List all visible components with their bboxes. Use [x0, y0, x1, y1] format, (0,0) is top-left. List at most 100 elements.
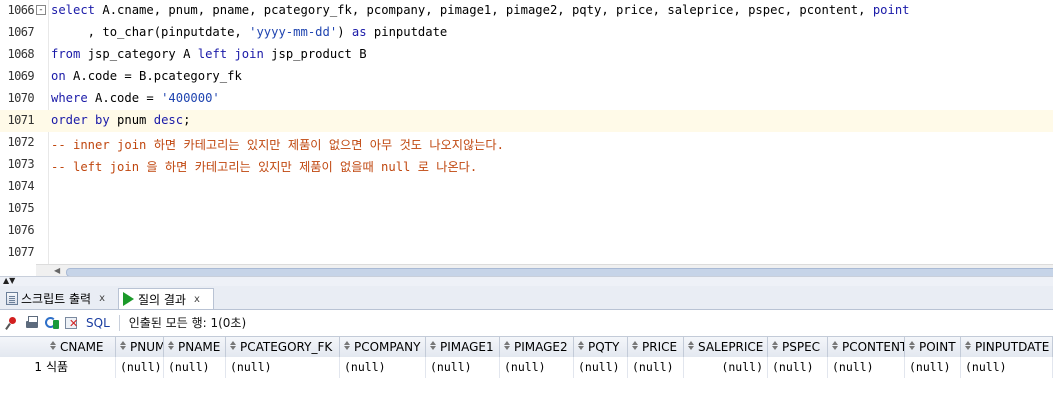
code-text: on A.code = B.pcategory_fk [51, 69, 242, 83]
sql-keyword: point [872, 3, 910, 17]
table-cell-pname[interactable]: (null) [164, 357, 226, 378]
line-number: 1074 [7, 179, 35, 193]
tab-label: 스크립트 출력 [21, 291, 92, 306]
code-line[interactable]: 1076 [0, 220, 1053, 242]
table-cell-saleprice[interactable]: (null) [684, 357, 768, 378]
scroll-left-icon[interactable]: ◀ [54, 266, 60, 275]
sql-button[interactable]: SQL [86, 316, 110, 330]
code-line[interactable]: 1066- select A.cname, pnum, pname, pcateg… [0, 0, 1053, 22]
table-cell-pcompany[interactable]: (null) [340, 357, 426, 378]
cancel-query-icon[interactable] [64, 315, 80, 331]
column-header-pinputdate[interactable]: PINPUTDATE [961, 337, 1053, 357]
sort-icon[interactable] [632, 341, 638, 350]
sql-text: pnum [109, 113, 154, 127]
print-icon[interactable] [24, 315, 40, 331]
sql-text: A.code = [87, 91, 162, 105]
output-tabs: 스크립트 출력 x 질의 결과 x [0, 286, 1053, 310]
row-number: 1 [34, 360, 42, 374]
code-line[interactable]: 1069 on A.code = B.pcategory_fk [0, 66, 1053, 88]
column-header-pname[interactable]: PNAME [164, 337, 226, 357]
table-cell-pnum[interactable]: (null) [116, 357, 164, 378]
sql-keyword: from [51, 47, 81, 61]
table-cell-cname[interactable]: 식품 [46, 357, 116, 378]
code-line[interactable]: 1073 -- left join 을 하면 카테고리는 있지만 제품이 없을때 … [0, 154, 1053, 176]
sort-icon[interactable] [50, 341, 56, 350]
sort-icon[interactable] [909, 341, 915, 350]
column-header-pimage2[interactable]: PIMAGE2 [500, 337, 574, 357]
column-header-pqty[interactable]: PQTY [574, 337, 628, 357]
pin-icon[interactable] [4, 315, 20, 331]
sql-text: jsp_product B [263, 47, 367, 61]
code-text: -- inner join 하면 카테고리는 있지만 제품이 없으면 아무 것도… [51, 135, 504, 153]
column-header-pcompany[interactable]: PCOMPANY [340, 337, 426, 357]
column-label: PIMAGE1 [440, 340, 494, 354]
sort-icon[interactable] [120, 341, 126, 350]
column-label: PIMAGE2 [514, 340, 568, 354]
sort-icon[interactable] [230, 341, 236, 350]
column-label: PNAME [178, 340, 221, 354]
column-label: PINPUTDATE [975, 340, 1050, 354]
table-cell-pimage1[interactable]: (null) [426, 357, 500, 378]
column-header-pimage1[interactable]: PIMAGE1 [426, 337, 500, 357]
refresh-icon[interactable] [44, 315, 60, 331]
sql-keyword: select [51, 3, 96, 17]
sort-icon[interactable] [430, 341, 436, 350]
code-line[interactable]: 1077 [0, 242, 1053, 264]
code-text: from jsp_category A left join jsp_produc… [51, 47, 367, 61]
tab-query-result[interactable]: 질의 결과 x [118, 288, 214, 309]
close-icon[interactable]: x [194, 294, 200, 305]
table-cell-pqty[interactable]: (null) [574, 357, 628, 378]
line-number: 1066 [7, 3, 35, 17]
code-line[interactable]: 1068 from jsp_category A left join jsp_pr… [0, 44, 1053, 66]
table-cell-point[interactable]: (null) [905, 357, 961, 378]
sort-icon[interactable] [965, 341, 971, 350]
column-label: PNUM [130, 340, 164, 354]
table-cell-pimage2[interactable]: (null) [500, 357, 574, 378]
table-cell-pcontent[interactable]: (null) [828, 357, 905, 378]
table-cell-price[interactable]: (null) [628, 357, 684, 378]
close-icon[interactable]: x [99, 293, 105, 304]
grid-header: CNAME PNUM PNAME PCATEGORY_FK PCOMPANY PIMAGE… [0, 336, 1053, 358]
sort-icon[interactable] [832, 341, 838, 350]
sort-icon[interactable] [688, 341, 694, 350]
sql-string: '400000' [161, 91, 220, 105]
line-number: 1073 [7, 157, 35, 171]
sort-icon[interactable] [578, 341, 584, 350]
column-header-pspec[interactable]: PSPEC [768, 337, 828, 357]
sql-editor[interactable]: 1066- select A.cname, pnum, pname, pcateg… [0, 0, 1053, 264]
column-header-pcontent[interactable]: PCONTENT [828, 337, 905, 357]
column-header-price[interactable]: PRICE [628, 337, 684, 357]
code-line[interactable]: 1070 where A.code = '400000' [0, 88, 1053, 110]
collapse-arrows-icon[interactable]: ▲▼ [3, 277, 15, 285]
code-line[interactable]: 1072 -- inner join 하면 카테고리는 있지만 제품이 없으면 아… [0, 132, 1053, 154]
sort-icon[interactable] [504, 341, 510, 350]
column-header-pnum[interactable]: PNUM [116, 337, 164, 357]
column-header-saleprice[interactable]: SALEPRICE [684, 337, 768, 357]
code-line[interactable]: 1074 [0, 176, 1053, 198]
code-line[interactable]: 1075 [0, 198, 1053, 220]
code-line[interactable]: 1071 order by pnum desc; [0, 110, 1053, 132]
column-header-pcategory_fk[interactable]: PCATEGORY_FK [226, 337, 340, 357]
code-line[interactable]: 1067 , to_char(pinputdate, 'yyyy-mm-dd')… [0, 22, 1053, 44]
code-text: order by pnum desc; [51, 113, 190, 127]
code-text: where A.code = '400000' [51, 91, 220, 105]
line-number: 1072 [7, 135, 35, 149]
result-grid[interactable]: CNAME PNUM PNAME PCATEGORY_FK PCOMPANY PIMAGE… [0, 336, 1053, 411]
table-cell-pspec[interactable]: (null) [768, 357, 828, 378]
fold-toggle-icon[interactable]: - [36, 5, 46, 15]
sort-icon[interactable] [344, 341, 350, 350]
sort-icon[interactable] [168, 341, 174, 350]
sql-text: A.code = B.pcategory_fk [65, 69, 242, 83]
column-header-point[interactable]: POINT [905, 337, 961, 357]
line-number: 1070 [7, 91, 35, 105]
sort-icon[interactable] [772, 341, 778, 350]
code-text: select A.cname, pnum, pname, pcategory_f… [51, 3, 910, 17]
line-number: 1069 [7, 69, 35, 83]
table-row[interactable]: 1 식품 (null) (null) (null) (null) (null) (null)(… [0, 357, 1053, 378]
tab-script-output[interactable]: 스크립트 출력 x [2, 288, 116, 308]
column-header-cname[interactable]: CNAME [46, 337, 116, 357]
line-number: 1068 [7, 47, 35, 61]
table-cell-pcategory_fk[interactable]: (null) [226, 357, 340, 378]
table-cell-pinputdate[interactable]: (null) [961, 357, 1053, 378]
line-number: 1071 [7, 113, 35, 127]
